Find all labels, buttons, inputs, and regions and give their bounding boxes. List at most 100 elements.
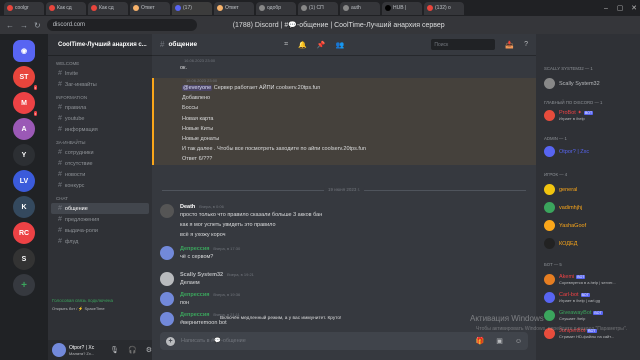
channel-item[interactable]: # предложения [48,214,152,225]
add-server-icon[interactable]: + [13,274,35,296]
server-icon[interactable]: K [13,196,35,218]
message-author[interactable]: Death [180,204,195,210]
server-icon[interactable]: A [13,118,35,140]
maximize-icon[interactable]: ▢ [614,4,626,12]
back-icon[interactable]: ← [6,21,14,30]
channel-item[interactable]: # новости [48,169,152,180]
channel-item[interactable]: # общение [51,203,149,214]
microphone-icon[interactable]: 🎙 [110,346,119,354]
message-line: просто только что правило сказали больше… [180,212,323,218]
hash-icon: # [58,70,62,77]
tab-favicon-icon [343,5,349,11]
discord-home-icon[interactable]: ◉ [13,40,35,62]
message-author[interactable]: Депрессия [180,292,209,298]
attach-plus-icon[interactable]: + [166,336,175,346]
browser-tab[interactable]: HUB | [382,1,422,15]
message-author[interactable]: Scally System32 [180,272,223,278]
server-icon[interactable]: RC [13,222,35,244]
tab-label: (17) [183,5,192,11]
server-icon[interactable]: M • [13,92,37,116]
member-item[interactable]: Akemi BOT Соревнуется в a.help | server... [544,274,616,285]
channel-item[interactable]: # выдача-роли [48,225,152,236]
member-item[interactable]: Scally System32 [544,78,600,89]
reload-icon[interactable]: ↻ [34,21,41,30]
message-body: Депрессия Вчера, в 19:36 пон [180,292,240,308]
gift-icon[interactable]: 🎁 [476,337,485,345]
search-input[interactable]: Поиск [431,39,496,50]
avatar[interactable] [160,272,174,286]
channel-item[interactable]: # youtube [48,113,152,124]
composer-placeholder[interactable]: Написать в #💬-общение [181,338,246,344]
member-item[interactable]: Carl-bot BOT Играет в /help | carl.gg [544,292,600,303]
bell-icon[interactable]: 🔔 [298,41,307,49]
browser-tab[interactable]: Ответ [130,1,170,15]
browser-tab[interactable]: (132) о [424,1,464,15]
members-icon[interactable]: 👥 [336,41,345,49]
channel-label: сотрудники [64,149,94,156]
avatar[interactable] [52,343,66,357]
headphones-icon[interactable]: 🎧 [128,346,137,354]
channel-item[interactable]: # отсутствие [48,158,152,169]
member-item[interactable]: general [544,184,577,195]
channel-item[interactable]: # флуд [48,236,152,247]
server-icon[interactable]: S [13,248,35,270]
server-icon[interactable]: ST • [13,66,37,90]
member-item[interactable]: Otpor? | Zxc [544,146,589,157]
member-item[interactable]: GiveawayBot BOT Слушает /help [544,310,603,321]
browser-tab[interactable]: Как сд [88,1,128,15]
hash-icon: # [58,126,62,133]
url-field[interactable]: discord.com [46,19,197,31]
avatar[interactable] [160,312,174,326]
threads-icon[interactable]: ⌗ [284,41,288,49]
forward-icon[interactable]: → [20,21,28,30]
message-author[interactable]: Депрессия [180,312,209,318]
member-item[interactable]: КОДЕД [544,238,577,249]
hash-icon: # [160,40,165,49]
message-author[interactable]: Депрессия [180,246,209,252]
tab-label: Ответ [225,5,239,11]
server-icon[interactable]: Y [13,144,35,166]
everyone-mention[interactable]: @everyone [182,85,213,91]
avatar[interactable] [160,246,174,260]
member-item[interactable]: ProBot ✦ BOT Играет в /help [544,110,594,121]
avatar[interactable] [160,292,174,306]
emoji-icon[interactable]: ☺ [515,338,522,345]
server-icon[interactable]: LV [13,170,35,192]
help-icon[interactable]: ? [524,41,528,48]
member-category: SCALLY SYSTEM32 — 1 [544,66,593,71]
inbox-icon[interactable]: 📥 [505,41,514,49]
slowmode-notice: Включён медленный режим, а у вас иммунит… [220,316,342,321]
member-item[interactable]: YashaGoof [544,220,586,231]
tab-label: (132) о [435,5,451,11]
category-information[interactable]: information [48,90,152,102]
category-welcome[interactable]: WELCOME [48,56,152,68]
member-item[interactable]: vadimhjhj [544,202,582,213]
date-divider: 19 июня 2023 г. [162,187,526,192]
channel-item[interactable]: # Invite [48,68,152,79]
category-chat[interactable]: Chat [48,191,152,203]
avatar [544,238,555,249]
channel-item[interactable]: # информация [48,124,152,135]
browser-tab[interactable]: auth [340,1,380,15]
server-name[interactable]: CoolTime-Лучший анархия с... [48,34,152,56]
channel-item[interactable]: # конкурс [48,180,152,191]
channel-item[interactable]: # сотрудники [48,147,152,158]
browser-tab[interactable]: (1) СП [298,1,338,15]
close-icon[interactable]: ✕ [628,4,640,12]
browser-tab[interactable]: Как сд [46,1,86,15]
channel-item[interactable]: # правила [48,102,152,113]
browser-tab[interactable]: Ответ [214,1,254,15]
channel-label: отсутствие [64,160,93,167]
message-composer[interactable]: + Написать в #💬-общение 🎁 ▣ ☺ [160,332,528,350]
pin-icon[interactable]: 📌 [317,41,326,49]
avatar[interactable] [160,204,174,218]
gif-icon[interactable]: ▣ [496,337,503,345]
browser-tab[interactable]: одобр [256,1,296,15]
browser-tab[interactable]: coolgr [4,1,44,15]
browser-tab[interactable]: (17) [172,1,212,15]
message-line: чё с сервом? [180,254,214,260]
category-invites[interactable]: за-инвайты [48,135,152,147]
channel-item[interactable]: # Заг-инвайты [48,79,152,90]
message-line: @everyone Сервер работает АЙПИ coolserv.… [182,85,321,91]
minimize-icon[interactable]: – [600,5,612,12]
